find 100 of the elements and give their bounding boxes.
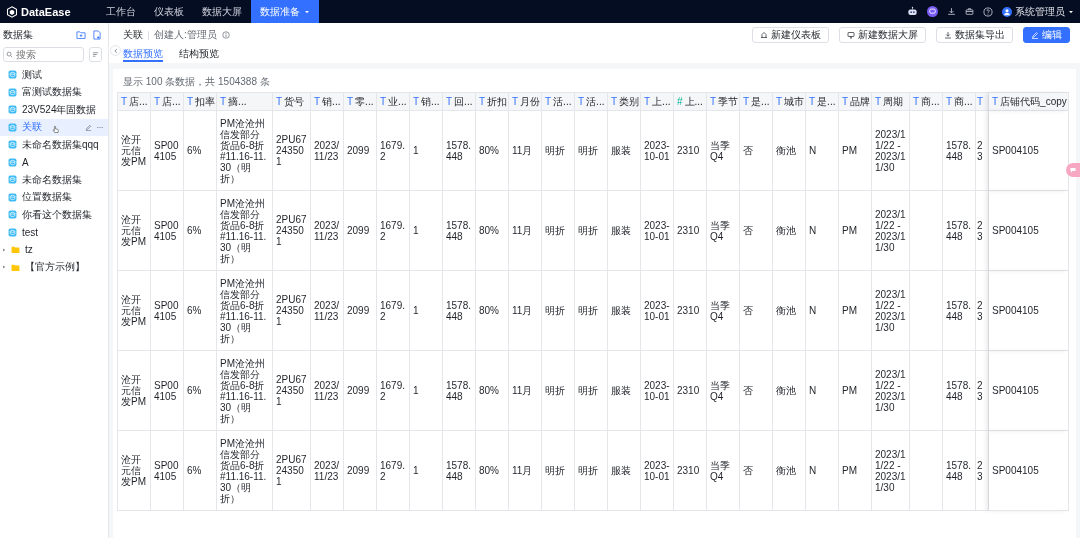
table-cell: PM: [839, 191, 872, 271]
table-cell: 2PU67243501: [273, 111, 311, 191]
robot-icon[interactable]: [907, 6, 918, 17]
table-cell: N: [806, 351, 839, 431]
download-icon[interactable]: [947, 7, 956, 16]
text-type-icon: T: [578, 96, 585, 107]
table-cell: 衡池: [773, 431, 806, 511]
column-header[interactable]: T 品牌: [839, 93, 872, 111]
column-header[interactable]: T 周期: [872, 93, 910, 111]
column-header[interactable]: T 业...: [377, 93, 410, 111]
dataset-item[interactable]: 位置数据集: [0, 188, 108, 206]
dataset-item[interactable]: test: [0, 223, 108, 241]
column-header[interactable]: T 商...: [910, 93, 943, 111]
help-icon[interactable]: [983, 6, 993, 17]
dataset-item[interactable]: 【官方示例】: [0, 258, 108, 276]
nav-tab[interactable]: 数据准备: [250, 0, 319, 23]
nav-tab[interactable]: 工作台: [96, 0, 145, 23]
briefcase-icon[interactable]: [965, 7, 974, 16]
column-header[interactable]: T 是...: [740, 93, 773, 111]
table-cell: 23: [976, 191, 989, 271]
column-header[interactable]: T 摘...: [217, 93, 273, 111]
table-cell: 2023-10-01: [641, 351, 674, 431]
column-header[interactable]: T 类别: [608, 93, 641, 111]
dataset-item[interactable]: 你看这个数据集: [0, 206, 108, 224]
column-header[interactable]: T 回...: [443, 93, 476, 111]
table-cell: 2PU67243501: [273, 271, 311, 351]
dataset-icon: [8, 175, 17, 185]
nav-tab[interactable]: 仪表板: [144, 0, 193, 23]
table-cell: 80%: [476, 351, 509, 431]
dataset-item[interactable]: A: [0, 153, 108, 171]
edit-button[interactable]: 编辑: [1023, 27, 1070, 43]
column-header[interactable]: T 店...: [118, 93, 151, 111]
column-header[interactable]: T 零...: [344, 93, 377, 111]
new-folder-icon[interactable]: [76, 30, 86, 40]
edit-icon: [1031, 31, 1039, 39]
nav-tab[interactable]: 数据大屏: [192, 0, 251, 23]
column-header[interactable]: T: [976, 93, 989, 111]
column-header[interactable]: T 活...: [575, 93, 608, 111]
column-header[interactable]: T 店铺代码_copy: [989, 93, 1069, 111]
text-type-icon: T: [946, 96, 953, 107]
table-cell: 衡池: [773, 191, 806, 271]
collapse-button[interactable]: [110, 45, 121, 56]
text-type-icon: T: [446, 96, 453, 107]
column-header[interactable]: T 扣率: [184, 93, 217, 111]
column-header[interactable]: T 活...: [542, 93, 575, 111]
dashboard-button[interactable]: 新建仪表板: [752, 27, 829, 43]
table-cell: 2099: [344, 431, 377, 511]
assistant-button[interactable]: [1066, 163, 1080, 177]
app-logo-text: DataEase: [21, 5, 71, 18]
column-header[interactable]: T 店...: [151, 93, 184, 111]
table-cell: 1578.448: [443, 191, 476, 271]
column-header[interactable]: T 季节: [707, 93, 740, 111]
table-cell: 2023/11/22 - 2023/11/30: [872, 191, 910, 271]
avatar-icon: [1002, 6, 1012, 17]
column-header[interactable]: T 月份: [509, 93, 542, 111]
chat-icon[interactable]: [927, 6, 938, 17]
table-cell: 1: [410, 271, 443, 351]
panel-title: 数据集: [3, 28, 34, 42]
dataset-item[interactable]: 关联: [0, 118, 108, 136]
table-cell: PM沧沧州信发部分货品6-8折#11.16-11.30（明折）: [217, 431, 273, 511]
column-header[interactable]: T 货号: [273, 93, 311, 111]
table-cell: PM沧沧州信发部分货品6-8折#11.16-11.30（明折）: [217, 351, 273, 431]
view-tab[interactable]: 数据预览: [123, 47, 163, 62]
column-header[interactable]: T 销...: [311, 93, 344, 111]
new-file-icon[interactable]: [92, 30, 102, 40]
export-button[interactable]: 数据集导出: [936, 27, 1013, 43]
dataset-item[interactable]: tz: [0, 241, 108, 259]
text-type-icon: T: [809, 96, 816, 107]
column-header[interactable]: T 折扣: [476, 93, 509, 111]
column-header[interactable]: T 销...: [410, 93, 443, 111]
table-cell: 否: [740, 191, 773, 271]
table-cell: PM: [839, 351, 872, 431]
column-header[interactable]: T 是...: [806, 93, 839, 111]
dataset-item[interactable]: 未命名数据集: [0, 171, 108, 189]
table-cell: 否: [740, 111, 773, 191]
column-header[interactable]: T 城市: [773, 93, 806, 111]
search-icon: [6, 51, 13, 58]
column-header[interactable]: T 商...: [943, 93, 976, 111]
dataset-item[interactable]: 未命名数据集qqq: [0, 136, 108, 154]
table-cell: SP004105: [151, 431, 184, 511]
dataset-item[interactable]: 测试: [0, 66, 108, 84]
dataset-item[interactable]: 23V524年固数据: [0, 101, 108, 119]
user-menu[interactable]: 系统管理员: [1002, 4, 1074, 19]
info-icon: [221, 31, 230, 39]
table-cell: 2099: [344, 351, 377, 431]
logo-icon: [6, 5, 18, 18]
table-cell: SP004105: [989, 431, 1069, 511]
view-tab[interactable]: 结构预览: [179, 47, 219, 62]
table-cell: 服装: [608, 191, 641, 271]
search-field[interactable]: 搜索: [3, 47, 84, 62]
sort-button[interactable]: [89, 47, 102, 62]
table-cell: 1578.448: [943, 271, 976, 351]
column-header[interactable]: T 上...: [641, 93, 674, 111]
table-cell: 2310: [674, 271, 707, 351]
column-header[interactable]: # 上...: [674, 93, 707, 111]
text-type-icon: T: [512, 96, 519, 107]
edit-icon[interactable]: [85, 123, 92, 131]
dataset-item[interactable]: 富测试数据集: [0, 83, 108, 101]
screen-button[interactable]: 新建数据大屏: [839, 27, 926, 43]
text-type-icon: T: [875, 96, 882, 107]
